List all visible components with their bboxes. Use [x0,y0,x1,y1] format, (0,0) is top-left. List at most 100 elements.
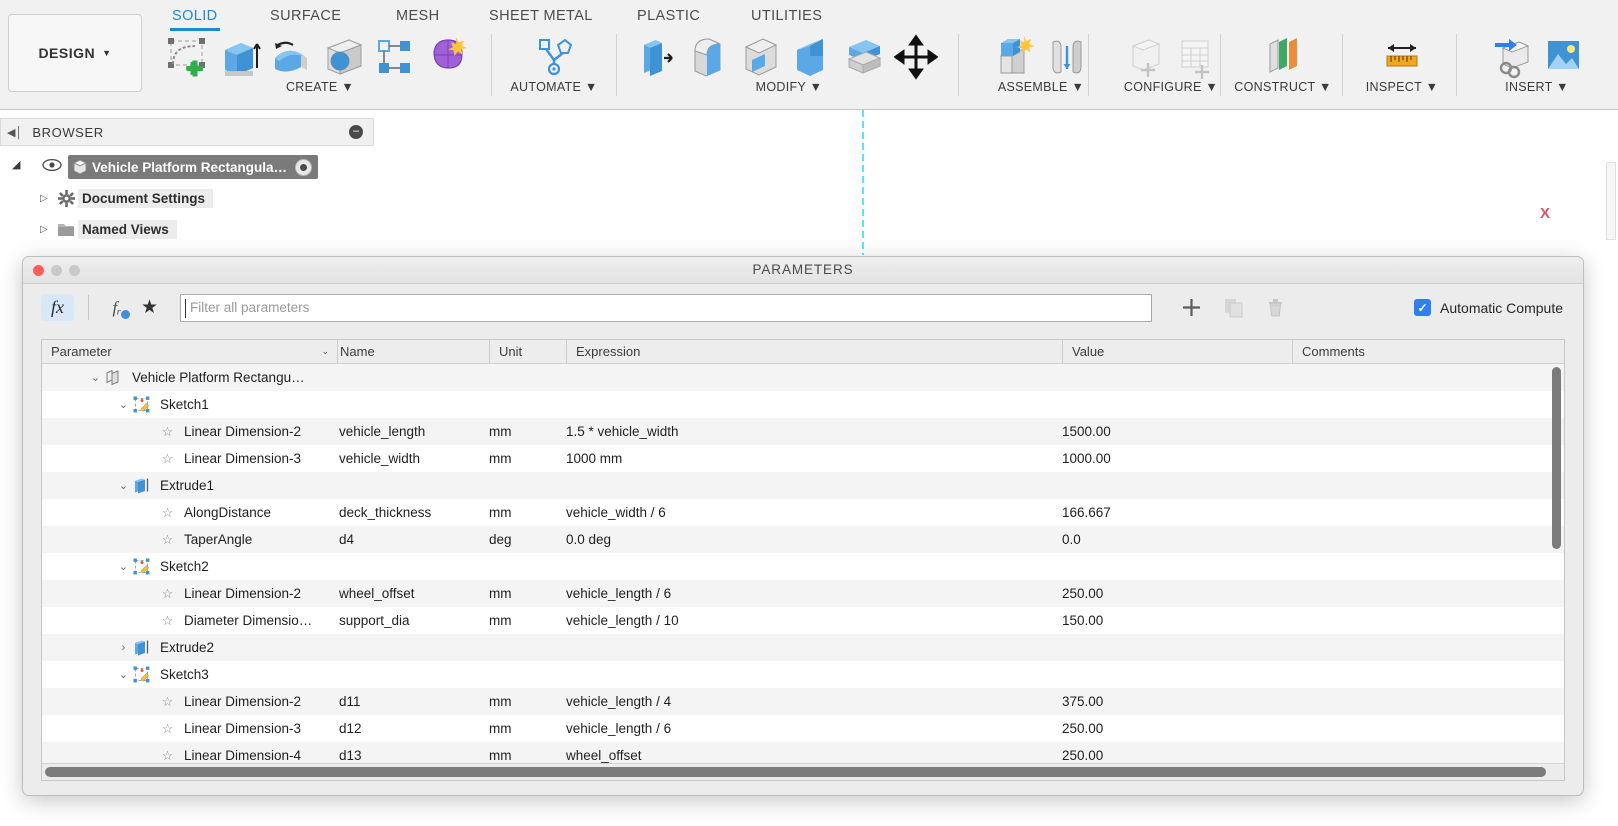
ribbon-tab-utilities[interactable]: UTILITIES [747,6,826,26]
cell-name[interactable] [337,634,489,661]
browser-node-named-views[interactable]: ▷ Named Views [34,217,177,241]
cell-unit[interactable] [489,661,566,688]
ribbon-group-modify-label[interactable]: MODIFY ▼ [624,80,954,94]
cell-name[interactable] [337,364,489,391]
cell-comments[interactable] [1292,499,1564,526]
table-row[interactable]: ☆ Linear Dimension-3 d12 mm vehicle_length /… [42,715,1564,742]
cell-unit[interactable]: mm [489,607,566,634]
cell-comments[interactable] [1292,418,1564,445]
cell-expression[interactable]: vehicle_length / 6 [566,580,1062,607]
table-row[interactable]: ⌄ Vehicle Platform Rectangu… [42,364,1564,391]
column-header-value[interactable]: Value [1062,340,1292,363]
cell-name[interactable] [337,661,489,688]
favorite-star-icon[interactable]: ☆ [159,748,176,764]
create-form-icon[interactable] [425,34,469,80]
cell-unit[interactable] [489,391,566,418]
cell-value[interactable]: 150.00 [1062,607,1292,634]
automated-modeling-icon[interactable] [532,34,576,80]
move-copy-icon[interactable] [894,34,938,80]
cell-expression[interactable]: 0.0 deg [566,526,1062,553]
chevron-right-icon[interactable]: ▷ [34,193,54,204]
chevron-down-icon[interactable]: ⌄ [116,398,131,411]
ribbon-tab-solid[interactable]: SOLID [168,6,222,31]
cell-expression[interactable] [566,472,1062,499]
cell-comments[interactable] [1292,715,1564,742]
column-header-parameter[interactable]: Parameter ⌄ [42,340,337,363]
table-row[interactable]: ☆ Linear Dimension-4 d13 mm wheel_offset 250.… [42,742,1564,763]
cell-value[interactable] [1062,634,1292,661]
shell-icon[interactable] [738,34,782,80]
cell-value[interactable]: 375.00 [1062,688,1292,715]
add-parameter-button[interactable] [1176,293,1206,323]
create-sketch-icon[interactable] [165,34,209,80]
revolve-icon[interactable] [269,34,313,80]
cell-comments[interactable] [1292,742,1564,763]
cell-comments[interactable] [1292,688,1564,715]
cell-value[interactable] [1062,472,1292,499]
cell-unit[interactable]: mm [489,742,566,763]
browser-node-root[interactable]: Vehicle Platform Rectangula… [68,155,319,179]
cell-value[interactable]: 1500.00 [1062,418,1292,445]
cell-expression[interactable]: wheel_offset [566,742,1062,763]
cell-unit[interactable] [489,553,566,580]
column-header-unit[interactable]: Unit [489,340,566,363]
cell-name[interactable] [337,472,489,499]
cell-comments[interactable] [1292,661,1564,688]
ribbon-group-automate-label[interactable]: AUTOMATE ▼ [500,80,608,94]
table-row[interactable]: ☆ TaperAngle d4 deg 0.0 deg 0.0 [42,526,1564,553]
cell-name[interactable]: support_dia [337,607,489,634]
canvas-scrollbar[interactable] [1606,162,1616,240]
cell-name[interactable]: d4 [337,526,489,553]
cell-value[interactable] [1062,364,1292,391]
cell-unit[interactable]: mm [489,418,566,445]
cell-value[interactable]: 0.0 [1062,526,1292,553]
cell-unit[interactable]: mm [489,499,566,526]
cell-expression[interactable] [566,634,1062,661]
chevron-right-icon[interactable]: › [116,642,131,654]
visibility-eye-icon[interactable] [42,158,62,177]
table-row[interactable]: ☆ AlongDistance deck_thickness mm vehicle_wi… [42,499,1564,526]
cell-name[interactable]: d11 [337,688,489,715]
cell-expression[interactable]: vehicle_length / 4 [566,688,1062,715]
favorite-star-icon[interactable]: ☆ [159,721,176,737]
fillet-icon[interactable] [686,34,730,80]
cell-name[interactable] [337,553,489,580]
column-header-name[interactable]: Name [337,340,489,363]
cell-name[interactable]: wheel_offset [337,580,489,607]
column-header-comments[interactable]: Comments [1292,340,1564,363]
cell-value[interactable]: 1000.00 [1062,445,1292,472]
chevron-down-icon[interactable]: ⌄ [116,560,131,573]
cell-unit[interactable] [489,364,566,391]
filter-parameters-input[interactable]: Filter all parameters [180,293,1153,322]
component-activate-radio[interactable] [295,158,313,176]
cell-expression[interactable]: 1.5 * vehicle_width [566,418,1062,445]
minimize-icon[interactable]: – [349,125,363,139]
table-row[interactable]: ☆ Linear Dimension-2 vehicle_length mm 1.5 *… [42,418,1564,445]
table-row[interactable]: ⌄ Extrude1 [42,472,1564,499]
ribbon-group-assemble-label[interactable]: ASSEMBLE ▼ [966,80,1116,94]
table-row[interactable]: ☆ Linear Dimension-2 d11 mm vehicle_length /… [42,688,1564,715]
favorite-star-icon[interactable]: ☆ [159,586,176,602]
ribbon-group-configure-label[interactable]: CONFIGURE ▼ [1096,80,1246,94]
cell-comments[interactable] [1292,391,1564,418]
cell-value[interactable]: 250.00 [1062,742,1292,763]
cell-expression[interactable]: vehicle_length / 10 [566,607,1062,634]
browser-node-document-settings[interactable]: ▷ Document Settings [34,186,214,210]
column-header-expression[interactable]: Expression [566,340,1062,363]
cell-expression[interactable] [566,661,1062,688]
chevron-down-icon[interactable]: ⌄ [88,371,103,384]
cell-comments[interactable] [1292,472,1564,499]
table-row[interactable]: ⌄ Sketch3 [42,661,1564,688]
cell-value[interactable]: 166.667 [1062,499,1292,526]
cell-unit[interactable]: deg [489,526,566,553]
model-parameters-icon[interactable]: fᵣ [103,295,131,321]
cell-value[interactable]: 250.00 [1062,580,1292,607]
split-body-icon[interactable] [842,34,886,80]
table-row[interactable]: › Extrude2 [42,634,1564,661]
extrude-icon[interactable] [217,34,261,80]
cell-value[interactable]: 250.00 [1062,715,1292,742]
cell-name[interactable]: vehicle_length [337,418,489,445]
table-horizontal-scrollbar[interactable] [42,763,1564,780]
cell-unit[interactable]: mm [489,580,566,607]
insert-canvas-icon[interactable] [1541,34,1585,80]
